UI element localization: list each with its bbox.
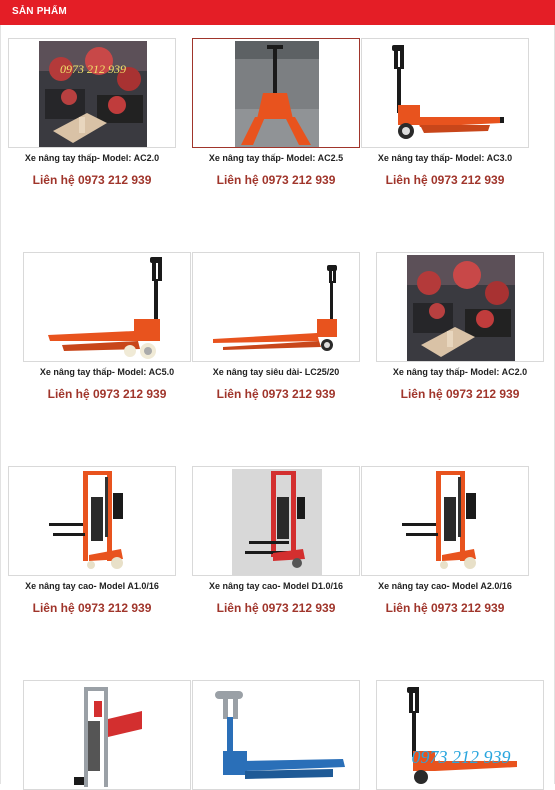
product-image[interactable]: 0973 212 939 — [8, 38, 176, 148]
product-image[interactable]: 0973 212 939 — [376, 680, 544, 790]
product-image[interactable] — [23, 680, 191, 790]
product-name[interactable]: Xe nâng tay thấp- Model: AC2.0 — [376, 367, 544, 377]
product-name[interactable]: Xe nâng tay thấp- Model: AC5.0 — [23, 367, 191, 377]
section-header: SẢN PHẨM — [0, 0, 555, 25]
product-price: Liên hệ 0973 212 939 — [216, 387, 336, 401]
product-name[interactable]: Xe nâng tay cao- Model D1.0/16 — [192, 581, 360, 591]
product-price: Liên hệ 0973 212 939 — [32, 173, 152, 187]
product-image[interactable] — [361, 466, 529, 576]
product-price: Liên hệ 0973 212 939 — [47, 387, 167, 401]
product-price: Liên hệ 0973 212 939 — [385, 601, 505, 615]
product-image[interactable] — [23, 252, 191, 362]
product-price: Liên hệ 0973 212 939 — [216, 601, 336, 615]
product-price: Liên hệ 0973 212 939 — [385, 173, 505, 187]
product-image[interactable] — [8, 466, 176, 576]
product-image[interactable] — [192, 466, 360, 576]
product-price: Liên hệ 0973 212 939 — [216, 173, 336, 187]
product-name[interactable]: Xe nâng tay thấp- Model: AC2.5 — [192, 153, 360, 163]
product-image[interactable] — [192, 38, 360, 148]
product-price: Liên hệ 0973 212 939 — [32, 601, 152, 615]
product-image[interactable] — [192, 252, 360, 362]
product-price: Liên hệ 0973 212 939 — [400, 387, 520, 401]
product-name[interactable]: Xe nâng tay cao- Model A1.0/16 — [8, 581, 176, 591]
phone-watermark: 0973 212 939 — [411, 747, 511, 767]
product-image[interactable] — [376, 252, 544, 362]
product-image[interactable] — [192, 680, 360, 790]
product-name[interactable]: Xe nâng tay thấp- Model: AC3.0 — [361, 153, 529, 163]
svg-text:0973 212 939: 0973 212 939 — [60, 62, 126, 76]
section-title: SẢN PHẨM — [12, 6, 67, 17]
product-name[interactable]: Xe nâng tay cao- Model A2.0/16 — [361, 581, 529, 591]
product-name[interactable]: Xe nâng tay thấp- Model: AC2.0 — [8, 153, 176, 163]
product-image[interactable] — [361, 38, 529, 148]
product-name[interactable]: Xe nâng tay siêu dài- LC25/20 — [192, 367, 360, 377]
